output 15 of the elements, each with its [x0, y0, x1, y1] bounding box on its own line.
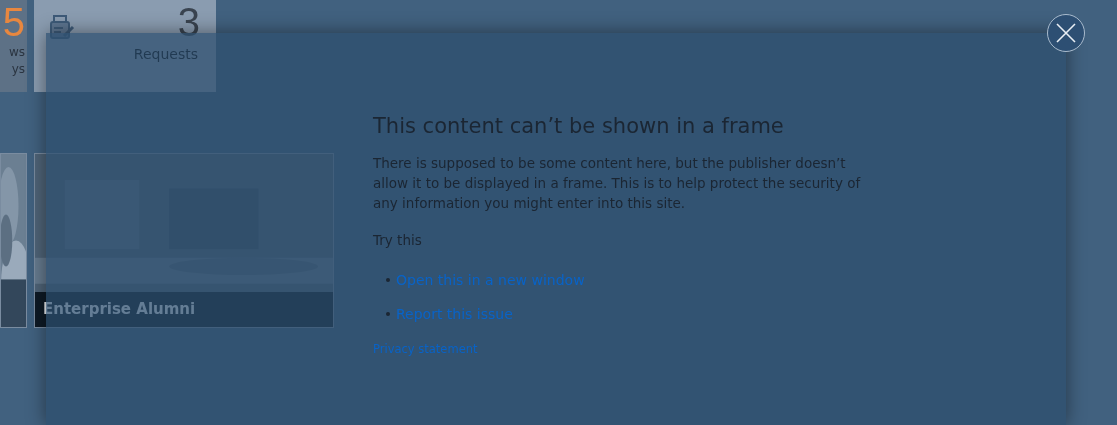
suggestion-label: Try this: [373, 231, 423, 250]
error-heading: This content can’t be shown in a frame: [373, 113, 785, 139]
stat-label: ys: [11, 61, 25, 78]
stat-number: 5: [2, 0, 25, 44]
suggestion-link[interactable]: Report this issue: [396, 306, 513, 322]
bullet-icon: [386, 278, 390, 282]
close-icon: [1056, 23, 1076, 43]
bullet-icon: [386, 312, 390, 316]
close-button[interactable]: [1047, 14, 1085, 52]
stat-label: ws: [8, 44, 25, 61]
privacy-link[interactable]: Privacy statement: [373, 342, 478, 356]
suggestion-link[interactable]: Open this in a new window: [396, 272, 585, 288]
stat-tile[interactable]: 5 ws ys: [0, 0, 27, 92]
error-message: There is supposed to be some content here, but the publisher doesn’t allow it to be displayed in a frame. This is to help protect the security of any information you might enter into this site.: [373, 154, 862, 213]
stat-number: 3: [177, 0, 200, 44]
